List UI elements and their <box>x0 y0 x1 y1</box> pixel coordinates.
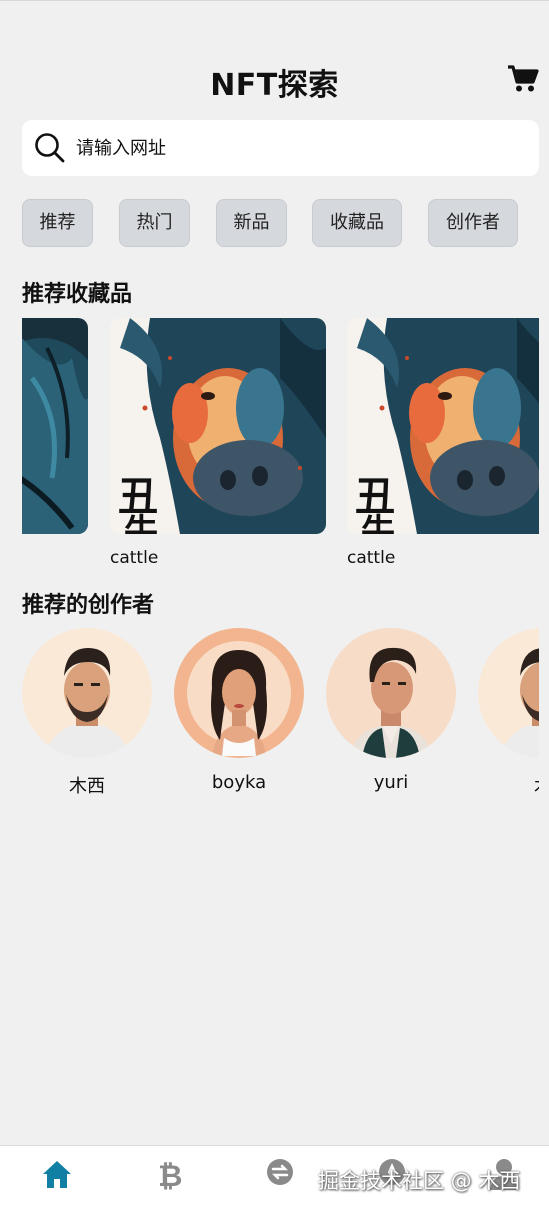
cart-button[interactable] <box>507 62 539 94</box>
creator-item[interactable]: boyka <box>174 628 304 793</box>
nft-image <box>22 318 88 534</box>
bitcoin-icon: ₿ <box>158 1159 182 1194</box>
tab-recommend[interactable]: 推荐 <box>22 199 93 247</box>
creators-carousel[interactable]: 木西 boyka yuri <box>22 628 539 808</box>
svg-text:₿: ₿ <box>158 1159 182 1192</box>
collections-heading: 推荐收藏品 <box>22 282 133 307</box>
nft-image: 丑 牛 <box>110 318 326 534</box>
top-divider <box>0 0 549 1</box>
search-icon <box>35 133 65 163</box>
creator-item[interactable]: 木西 <box>22 628 152 798</box>
nav-bitcoin[interactable]: ₿ <box>151 1156 187 1194</box>
watermark: 掘金技术社区 @ 木西 <box>318 1169 521 1193</box>
tab-hot[interactable]: 热门 <box>119 199 190 247</box>
collection-card[interactable]: 丑 牛 cattle <box>347 318 539 568</box>
creator-name: boyka <box>211 772 267 793</box>
nft-explore-screen: NFT探索 推荐 热门 新品 收藏品 创作者 推荐收藏品 <box>0 0 549 1211</box>
creator-name: yuri <box>373 772 409 793</box>
svg-text:牛: 牛 <box>361 512 395 534</box>
category-tabs: 推荐 热门 新品 收藏品 创作者 <box>22 199 549 247</box>
avatar <box>174 628 304 758</box>
collection-card[interactable] <box>22 318 88 548</box>
collection-name: cattle <box>347 548 396 568</box>
shopping-cart-icon <box>508 65 539 92</box>
collections-carousel[interactable]: 丑 牛 cattle 丑 牛 cattle <box>22 318 539 578</box>
nft-image: 丑 牛 <box>347 318 539 534</box>
avatar <box>22 628 152 758</box>
creator-item[interactable]: 木 <box>478 628 539 798</box>
avatar <box>326 628 456 758</box>
exchange-icon <box>267 1159 293 1185</box>
avatar <box>478 628 539 758</box>
tab-creators[interactable]: 创作者 <box>428 199 518 247</box>
collection-name: cattle <box>110 548 159 568</box>
creator-item[interactable]: yuri <box>326 628 456 793</box>
creator-name: 木西 <box>69 776 105 797</box>
page-title: NFT探索 <box>210 68 339 103</box>
search-input[interactable] <box>76 130 516 166</box>
tab-new[interactable]: 新品 <box>216 199 287 247</box>
nav-exchange[interactable] <box>262 1156 298 1192</box>
svg-text:牛: 牛 <box>124 512 158 534</box>
header: NFT探索 <box>0 56 549 103</box>
nav-home[interactable] <box>39 1156 75 1192</box>
collection-card[interactable]: 丑 牛 cattle <box>110 318 326 568</box>
creator-name: 木 <box>478 772 539 798</box>
search-bar <box>22 120 539 176</box>
home-icon <box>43 1161 71 1188</box>
tab-collectibles[interactable]: 收藏品 <box>312 199 402 247</box>
creators-heading: 推荐的创作者 <box>22 593 155 618</box>
